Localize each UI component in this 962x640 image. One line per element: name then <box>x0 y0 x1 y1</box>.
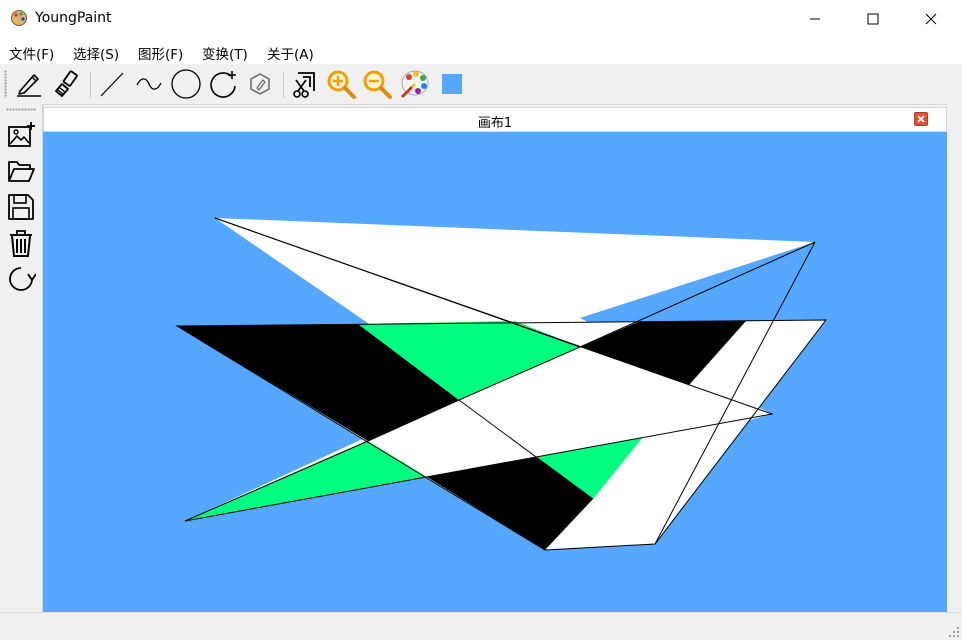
brush-tool-button[interactable] <box>50 68 84 100</box>
menu-shape[interactable]: 图形(F) <box>138 43 183 63</box>
drawing-canvas[interactable] <box>43 132 947 612</box>
polygon-icon <box>250 73 270 95</box>
pencil-tool-button[interactable] <box>12 68 46 100</box>
pencil-icon <box>17 74 41 97</box>
color-swatch <box>442 74 462 94</box>
arc-tool-button[interactable] <box>206 68 240 100</box>
line-icon <box>100 72 124 97</box>
open-folder-icon <box>8 161 35 182</box>
new-image-icon <box>8 122 35 147</box>
crop-tool-button[interactable] <box>287 68 321 100</box>
brush-icon <box>55 70 78 97</box>
arc-icon <box>210 71 236 98</box>
mdi-margin <box>947 104 962 612</box>
menu-transform[interactable]: 变换(T) <box>202 43 248 63</box>
delete-button[interactable] <box>4 226 38 260</box>
minimize-icon <box>810 18 820 20</box>
toolbar-separator <box>283 72 284 98</box>
open-button[interactable] <box>4 154 38 188</box>
toolbar-separator <box>90 72 91 98</box>
menu-file[interactable]: 文件(F) <box>9 43 54 63</box>
zoom-out-button[interactable] <box>360 68 394 100</box>
title-bar: YoungPaint <box>0 0 962 38</box>
curve-icon <box>136 78 162 90</box>
menu-about[interactable]: 关于(A) <box>267 43 314 63</box>
menu-bar: 文件(F) 选择(S) 图形(F) 变换(T) 关于(A) <box>0 38 962 64</box>
close-icon <box>925 13 937 25</box>
canvas-tab-title: 画布1 <box>477 116 513 131</box>
delete-icon <box>10 230 32 257</box>
circle-icon <box>171 69 201 99</box>
zoom-in-icon <box>327 70 356 99</box>
resize-grip-icon[interactable] <box>948 626 960 638</box>
close-button[interactable] <box>902 0 960 38</box>
circle-tool-button[interactable] <box>169 68 203 100</box>
canvas-close-button[interactable] <box>914 112 928 126</box>
left-toolbar <box>0 104 43 612</box>
menu-select[interactable]: 选择(S) <box>73 43 119 63</box>
zoom-out-icon <box>363 70 392 99</box>
palette-icon <box>401 70 429 98</box>
toolbar-grip[interactable] <box>4 70 7 98</box>
rotate-button[interactable] <box>4 262 38 296</box>
main-toolbar <box>0 64 962 105</box>
crop-icon <box>293 72 315 98</box>
save-button[interactable] <box>4 190 38 224</box>
rotate-icon <box>9 267 36 291</box>
maximize-icon <box>867 13 879 25</box>
window-title: YoungPaint <box>35 10 112 26</box>
canvas-tab[interactable]: 画布1 <box>43 107 947 132</box>
maximize-button[interactable] <box>844 0 902 38</box>
close-icon <box>917 115 925 123</box>
save-icon <box>8 194 34 220</box>
zoom-in-button[interactable] <box>324 68 358 100</box>
new-image-button[interactable] <box>4 118 38 152</box>
left-toolbar-grip[interactable] <box>6 108 36 111</box>
palette-app-icon <box>11 10 27 26</box>
polygon-tool-button[interactable] <box>243 68 277 100</box>
status-bar <box>0 612 962 640</box>
minimize-button[interactable] <box>786 0 844 38</box>
palette-button[interactable] <box>397 68 431 100</box>
color-picker-button[interactable] <box>435 68 469 100</box>
curve-tool-button[interactable] <box>132 68 166 100</box>
line-tool-button[interactable] <box>95 68 129 100</box>
